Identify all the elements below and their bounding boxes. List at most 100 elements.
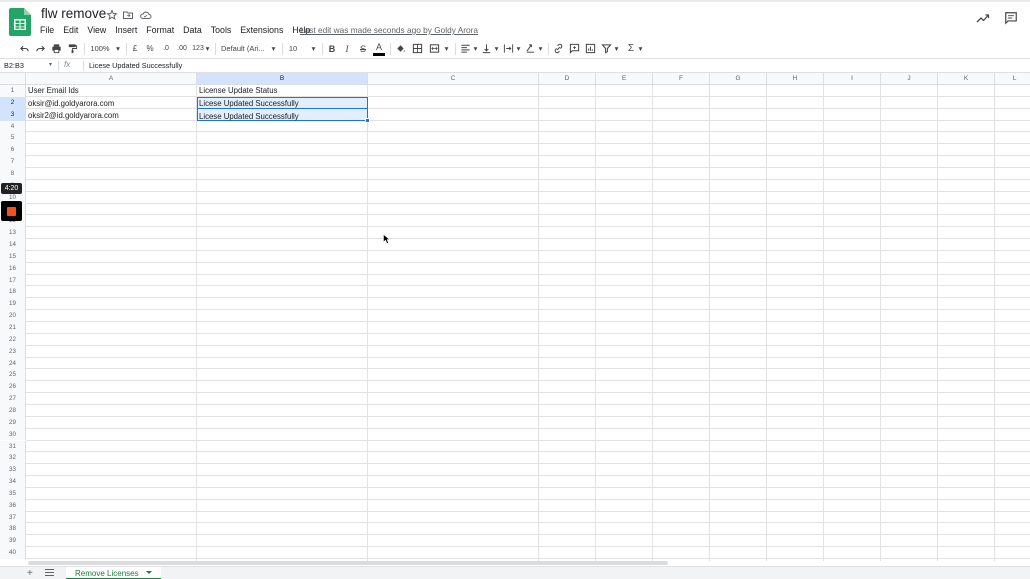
row-header-16[interactable]: 16 — [0, 262, 26, 275]
comments-icon[interactable] — [1004, 11, 1018, 30]
decrease-decimal-button[interactable]: .0 — [160, 40, 172, 58]
horizontal-scrollbar[interactable] — [28, 561, 668, 565]
increase-decimal-button[interactable]: .00 — [175, 40, 189, 58]
formula-input[interactable]: Licese Updated Successfully — [89, 61, 182, 70]
text-color-button[interactable]: A — [373, 40, 385, 56]
cell-b3[interactable]: Licese Updated Successfully — [197, 112, 299, 121]
row-header-2[interactable]: 2 — [0, 96, 26, 109]
activity-trend-icon[interactable] — [976, 11, 990, 29]
move-to-folder-icon[interactable] — [122, 8, 134, 20]
cell-a1[interactable]: User Email Ids — [26, 86, 79, 95]
italic-button[interactable]: I — [341, 40, 353, 58]
row-header-22[interactable]: 22 — [0, 333, 26, 346]
row-header-38[interactable]: 38 — [0, 523, 26, 536]
column-header-f[interactable]: F — [653, 73, 710, 85]
row-header-33[interactable]: 33 — [0, 464, 26, 477]
column-header-g[interactable]: G — [710, 73, 767, 85]
merge-cells-icon[interactable] — [429, 40, 441, 58]
column-header-a[interactable]: A — [26, 73, 197, 85]
menu-file[interactable]: File — [40, 23, 54, 37]
insert-comment-icon[interactable] — [569, 40, 581, 58]
column-header-h[interactable]: H — [767, 73, 824, 85]
row-header-8[interactable]: 8 — [0, 167, 26, 180]
row-header-7[interactable]: 7 — [0, 156, 26, 168]
filter-dropdown-icon[interactable]: ▾ — [613, 40, 620, 58]
row-header-15[interactable]: 15 — [0, 250, 26, 263]
text-wrapping-icon[interactable] — [503, 40, 515, 58]
redo-icon[interactable] — [35, 40, 47, 58]
functions-button[interactable]: Σ — [625, 40, 637, 58]
column-header-j[interactable]: J — [881, 73, 938, 85]
last-edit-link[interactable]: Last edit was made seconds ago by Goldy … — [300, 23, 478, 37]
font-family-dropdown-icon[interactable]: ▾ — [270, 40, 277, 58]
font-size-dropdown-icon[interactable]: ▾ — [310, 40, 317, 58]
row-header-39[interactable]: 39 — [0, 535, 26, 548]
row-header-5[interactable]: 5 — [0, 132, 26, 145]
row-header-14[interactable]: 14 — [0, 239, 26, 251]
zoom-select[interactable]: 100% — [88, 40, 112, 58]
menu-insert[interactable]: Insert — [115, 23, 137, 37]
paint-format-icon[interactable] — [67, 40, 79, 58]
row-header-24[interactable]: 24 — [0, 357, 26, 370]
row-header-13[interactable]: 13 — [0, 227, 26, 240]
undo-icon[interactable] — [19, 40, 31, 58]
zoom-dropdown-icon[interactable]: ▾ — [114, 40, 122, 58]
column-header-d[interactable]: D — [539, 73, 596, 85]
text-wrapping-dropdown-icon[interactable]: ▾ — [515, 40, 522, 58]
more-formats-button[interactable]: 123 — [191, 40, 205, 58]
fill-color-icon[interactable] — [395, 40, 407, 58]
row-header-40[interactable]: 40 — [0, 547, 26, 559]
row-header-32[interactable]: 32 — [0, 452, 26, 465]
row-header-4[interactable]: 4 — [0, 120, 26, 133]
row-header-26[interactable]: 26 — [0, 381, 26, 394]
insert-link-icon[interactable] — [553, 40, 565, 58]
sheet-tab-dropdown-icon[interactable] — [146, 571, 152, 574]
row-header-18[interactable]: 18 — [0, 286, 26, 299]
add-sheet-button[interactable]: + — [27, 568, 33, 579]
row-header-36[interactable]: 36 — [0, 499, 26, 512]
currency-format-button[interactable]: £ — [130, 40, 140, 58]
font-family-select[interactable]: Default (Ari... — [221, 40, 271, 58]
vertical-align-icon[interactable] — [481, 40, 493, 58]
vertical-align-dropdown-icon[interactable]: ▾ — [493, 40, 500, 58]
borders-icon[interactable] — [412, 40, 424, 58]
document-title[interactable]: flw remove — [41, 6, 106, 21]
text-rotation-icon[interactable] — [525, 40, 537, 58]
row-header-3[interactable]: 3 — [0, 108, 26, 121]
menu-format[interactable]: Format — [146, 23, 174, 37]
more-formats-dropdown-icon[interactable]: ▾ — [204, 40, 211, 58]
print-icon[interactable] — [51, 40, 63, 58]
all-sheets-menu-icon[interactable] — [45, 569, 54, 578]
cell-a2[interactable]: oksir@id.goldyarora.com — [26, 99, 114, 108]
menu-tools[interactable]: Tools — [211, 23, 232, 37]
cell-a3[interactable]: oksir2@id.goldyarora.com — [26, 111, 119, 120]
row-header-6[interactable]: 6 — [0, 144, 26, 157]
row-header-35[interactable]: 35 — [0, 487, 26, 500]
row-header-31[interactable]: 31 — [0, 440, 26, 453]
horizontal-align-dropdown-icon[interactable]: ▾ — [472, 40, 479, 58]
cloud-status-icon[interactable] — [139, 8, 152, 20]
menu-edit[interactable]: Edit — [63, 23, 78, 37]
functions-dropdown-icon[interactable]: ▾ — [637, 40, 644, 58]
fill-handle[interactable] — [365, 117, 370, 123]
stop-recording-button[interactable] — [1, 201, 22, 221]
name-box[interactable]: B2:B3 — [4, 61, 24, 70]
spreadsheet-grid[interactable]: ABCDEFGHIJKL 123456789101112131415161718… — [0, 73, 1030, 561]
menu-extensions[interactable]: Extensions — [240, 23, 283, 37]
row-header-19[interactable]: 19 — [0, 298, 26, 311]
sheets-logo-icon[interactable] — [9, 8, 31, 36]
column-header-e[interactable]: E — [596, 73, 653, 85]
cell-b1[interactable]: License Update Status — [197, 86, 277, 95]
menu-data[interactable]: Data — [183, 23, 202, 37]
row-header-21[interactable]: 21 — [0, 322, 26, 334]
row-header-29[interactable]: 29 — [0, 416, 26, 429]
row-header-34[interactable]: 34 — [0, 476, 26, 488]
row-header-1[interactable]: 1 — [0, 85, 26, 97]
select-all-corner[interactable] — [0, 73, 26, 85]
row-header-23[interactable]: 23 — [0, 345, 26, 358]
column-header-c[interactable]: C — [368, 73, 539, 85]
merge-dropdown-icon[interactable]: ▾ — [443, 40, 450, 58]
insert-chart-icon[interactable] — [585, 40, 597, 58]
row-header-25[interactable]: 25 — [0, 369, 26, 382]
column-header-b[interactable]: B — [197, 73, 368, 85]
